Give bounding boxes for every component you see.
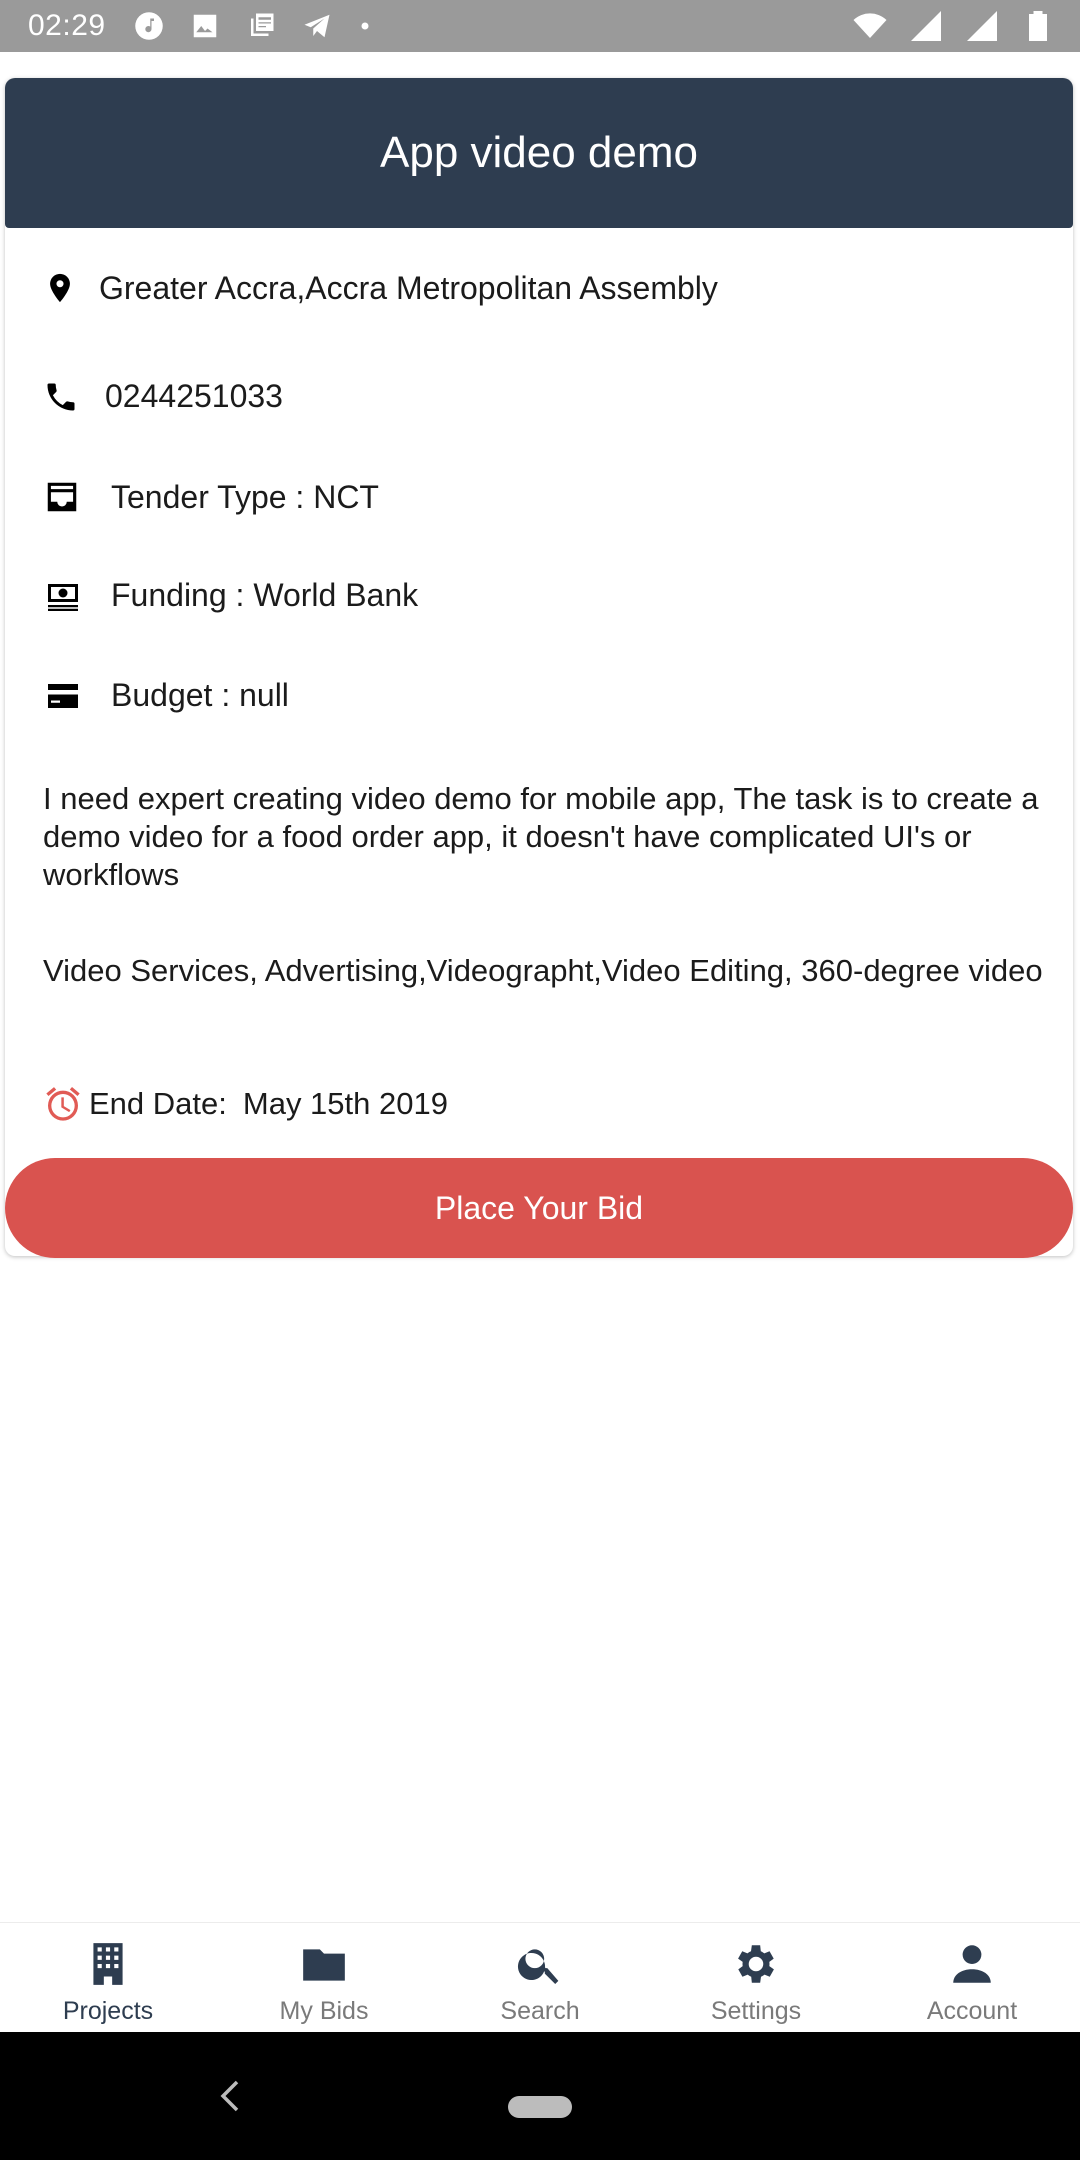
card-header: App video demo [5, 78, 1073, 228]
back-button[interactable] [215, 2078, 245, 2114]
money-icon [48, 583, 78, 611]
categories-text: Video Services, Advertising,Videographt,… [43, 953, 1043, 988]
nav-search-label: Search [500, 1997, 580, 2025]
nav-account-label: Account [926, 1997, 1018, 2025]
nav-my-bids[interactable]: My Bids [216, 1923, 432, 2033]
back-chevron-icon [220, 2080, 239, 2112]
battery-icon [1029, 11, 1047, 41]
nav-search[interactable]: Search [432, 1923, 648, 2033]
nav-account[interactable]: Account [864, 1923, 1080, 2033]
folder-icon [303, 1949, 345, 1981]
system-navigation-bar [0, 2032, 1080, 2160]
dot-icon [361, 22, 369, 30]
nav-settings[interactable]: Settings [648, 1923, 864, 2033]
phone-icon [47, 383, 75, 410]
end-date-label: End Date: [89, 1086, 227, 1121]
inbox-icon [47, 482, 77, 512]
budget-row: Budget : null [43, 677, 289, 714]
status-time: 02:29 [28, 9, 106, 42]
location-text: Greater Accra,Accra Metropolitan Assembl… [99, 269, 718, 306]
tender-type-text: Tender Type : NCT [111, 478, 379, 515]
signal-icon [911, 11, 941, 41]
place-bid-label: Place Your Bid [434, 1189, 644, 1226]
music-note-icon [134, 12, 163, 40]
nav-projects-label: Projects [62, 1997, 154, 2025]
news-icon [250, 13, 274, 36]
end-date-value: May 15th 2019 [242, 1086, 448, 1121]
search-icon [517, 1949, 559, 1984]
phone-row[interactable]: 0244251033 [43, 378, 283, 415]
funding-row: Funding : World Bank [43, 577, 418, 614]
gear-icon [738, 1945, 774, 1983]
telegram-icon [304, 14, 330, 38]
credit-card-icon [48, 683, 78, 708]
place-bid-button[interactable]: Place Your Bid [5, 1158, 1073, 1258]
person-icon [953, 1945, 991, 1983]
image-icon [193, 14, 216, 38]
tender-detail-card: App video demo Greater Accra,Accra Metro… [5, 78, 1073, 1258]
status-bar: 02:29 [0, 0, 1080, 52]
tender-type-row: Tender Type : NCT [43, 478, 379, 516]
signal-icon-2 [967, 11, 997, 41]
budget-text: Budget : null [111, 677, 289, 713]
funding-text: Funding : World Bank [111, 577, 419, 613]
nav-projects[interactable]: Projects [0, 1923, 216, 2033]
home-button[interactable] [508, 2096, 572, 2118]
description-text: I need expert creating video demo for mo… [43, 781, 1039, 892]
phone-text[interactable]: 0244251033 [105, 378, 283, 415]
nav-settings-label: Settings [710, 1997, 802, 2025]
nav-my-bids-label: My Bids [279, 1997, 369, 2025]
building-icon [93, 1943, 123, 1985]
status-notification-icons [134, 11, 372, 41]
location-row: Greater Accra,Accra Metropolitan Assembl… [43, 268, 718, 308]
end-date-row: End Date: May 15th 2019 [43, 1084, 448, 1124]
status-system-icons [852, 8, 1056, 44]
location-pin-icon [50, 273, 70, 303]
bottom-navigation: Projects My Bids Search Settings Account [0, 1922, 1080, 2033]
alarm-clock-icon [46, 1087, 80, 1121]
wifi-icon [853, 13, 887, 38]
page-title: App video demo [380, 128, 698, 177]
